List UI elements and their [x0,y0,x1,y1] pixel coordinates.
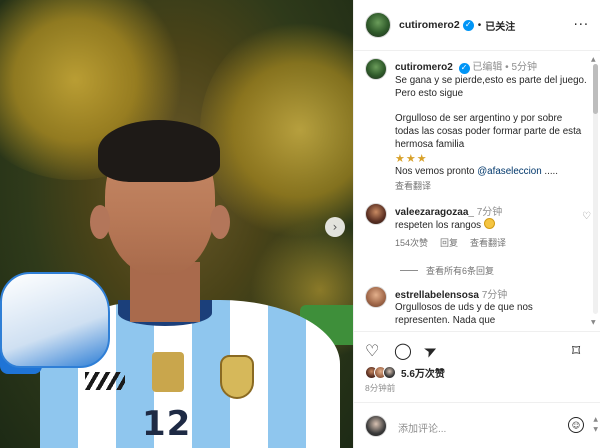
comment-input[interactable]: 添加评论... [398,420,446,435]
likes-summary[interactable]: 5.6万次赞 [365,365,445,380]
scrollbar[interactable]: ▲ ▼ [591,56,599,326]
comment-body: estrellabelensosa 7分钟 Orgullosos de uds … [395,286,567,327]
comment-item: estrellabelensosa 7分钟 Orgullosos de uds … [365,286,591,327]
comment-username[interactable]: estrellabelensosa [395,290,479,301]
caption: cutiromero2 ✓ 已编辑 • 5分钟 Se gana y se pie… [365,58,591,192]
view-replies-button[interactable]: 查看所有6条回复 [400,264,494,277]
comments-scroll-area[interactable]: cutiromero2 ✓ 已编辑 • 5分钟 Se gana y se pie… [354,52,600,330]
following-button[interactable]: 已关注 [485,18,515,33]
commenter-avatar[interactable] [365,286,387,308]
emoji-icon[interactable]: ☺ [568,417,584,433]
post-side-panel: cutiromero2 ✓ • 已关注 ··· cutiromero2 ✓ 已编… [353,0,600,448]
chevron-right-icon: › [332,220,338,234]
separator-dot: • [477,19,482,31]
comment-username[interactable]: valeezaragozaa_ [395,207,474,218]
scroll-down-icon[interactable]: ▼ [591,319,596,326]
emoji-icon [483,218,495,229]
liker-avatar [383,366,396,379]
scroll-up-icon[interactable]: ▲ [591,56,596,63]
photo-hair [98,120,220,182]
caption-paragraph: Se gana y se pierde,esto es parte del ju… [395,74,587,99]
photo-glove [0,272,110,368]
comment-icon[interactable]: ◯ [394,342,412,360]
share-icon[interactable]: ➤ [420,339,440,362]
caption-paragraph: Orgulloso de ser argentino y por sobre t… [395,112,582,151]
scroll-arrows-icon[interactable]: ▲ ▼ [593,415,598,435]
comment-likes[interactable]: 154次赞 [395,236,428,249]
scrollbar-thumb[interactable] [593,64,598,114]
comment-time[interactable]: 7分钟 [477,207,503,218]
view-replies-label: 查看所有6条回复 [426,266,495,276]
photo-jersey-number: 12 [142,404,192,444]
commenter-avatar[interactable] [365,203,387,225]
verified-badge-icon: ✓ [462,19,474,31]
heart-icon[interactable]: ♡ [365,342,379,360]
photo-champion-badge [152,352,184,392]
carousel-next-button[interactable]: › [325,217,345,237]
bookmark-icon[interactable]: ⌑ [572,342,580,360]
star-emojis: ★★★ [395,151,428,165]
author-avatar[interactable] [365,58,387,80]
caption-closing-text: Nos vemos pronto [395,165,475,177]
comment-text: respeten los rangos [395,220,482,231]
caption-closing: Nos vemos pronto @afaseleccion ..... [395,165,587,178]
author-avatar[interactable] [365,12,391,38]
heart-icon[interactable]: ♡ [582,211,591,222]
reply-button[interactable]: 回复 [440,236,458,249]
photo-ear [90,205,110,239]
photo-afa-crest [220,355,254,399]
caption-username[interactable]: cutiromero2 [395,62,453,73]
see-translation-link[interactable]: 查看翻译 [470,236,506,249]
post-time[interactable]: 8分钟前 [365,382,395,394]
comment-text: Orgullosos de uds y de que nos represent… [395,302,533,327]
author-username[interactable]: cutiromero2 [399,19,460,31]
likes-count[interactable]: 5.6万次赞 [401,365,445,380]
caption-ellipsis: ..... [541,165,558,177]
caption-meta: cutiromero2 ✓ 已编辑 • 5分钟 [395,58,587,74]
post-header: cutiromero2 ✓ • 已关注 ··· [354,0,600,51]
add-comment-bar: 添加评论... ☺ ▲ ▼ [354,402,600,448]
photo-brand-logo [85,372,125,390]
separator-dot: • [505,62,509,73]
caption-time[interactable]: 5分钟 [511,62,537,73]
divider-line [400,270,418,271]
comment-item: valeezaragozaa_ 7分钟 respeten los rangos … [365,203,591,249]
edited-label: 已编辑 [472,62,503,73]
verified-badge-icon: ✓ [458,62,470,74]
comment-body: valeezaragozaa_ 7分钟 respeten los rangos … [395,203,567,249]
post-photo[interactable]: 12 › [0,0,353,448]
more-icon[interactable]: ··· [574,18,589,33]
mention-link[interactable]: @afaseleccion [477,166,541,177]
caption-body: cutiromero2 ✓ 已编辑 • 5分钟 Se gana y se pie… [395,58,587,192]
see-translation-link[interactable]: 查看翻译 [395,179,587,192]
comment-time[interactable]: 7分钟 [482,290,508,301]
viewer-avatar [365,415,387,437]
photo-ear [210,205,230,239]
